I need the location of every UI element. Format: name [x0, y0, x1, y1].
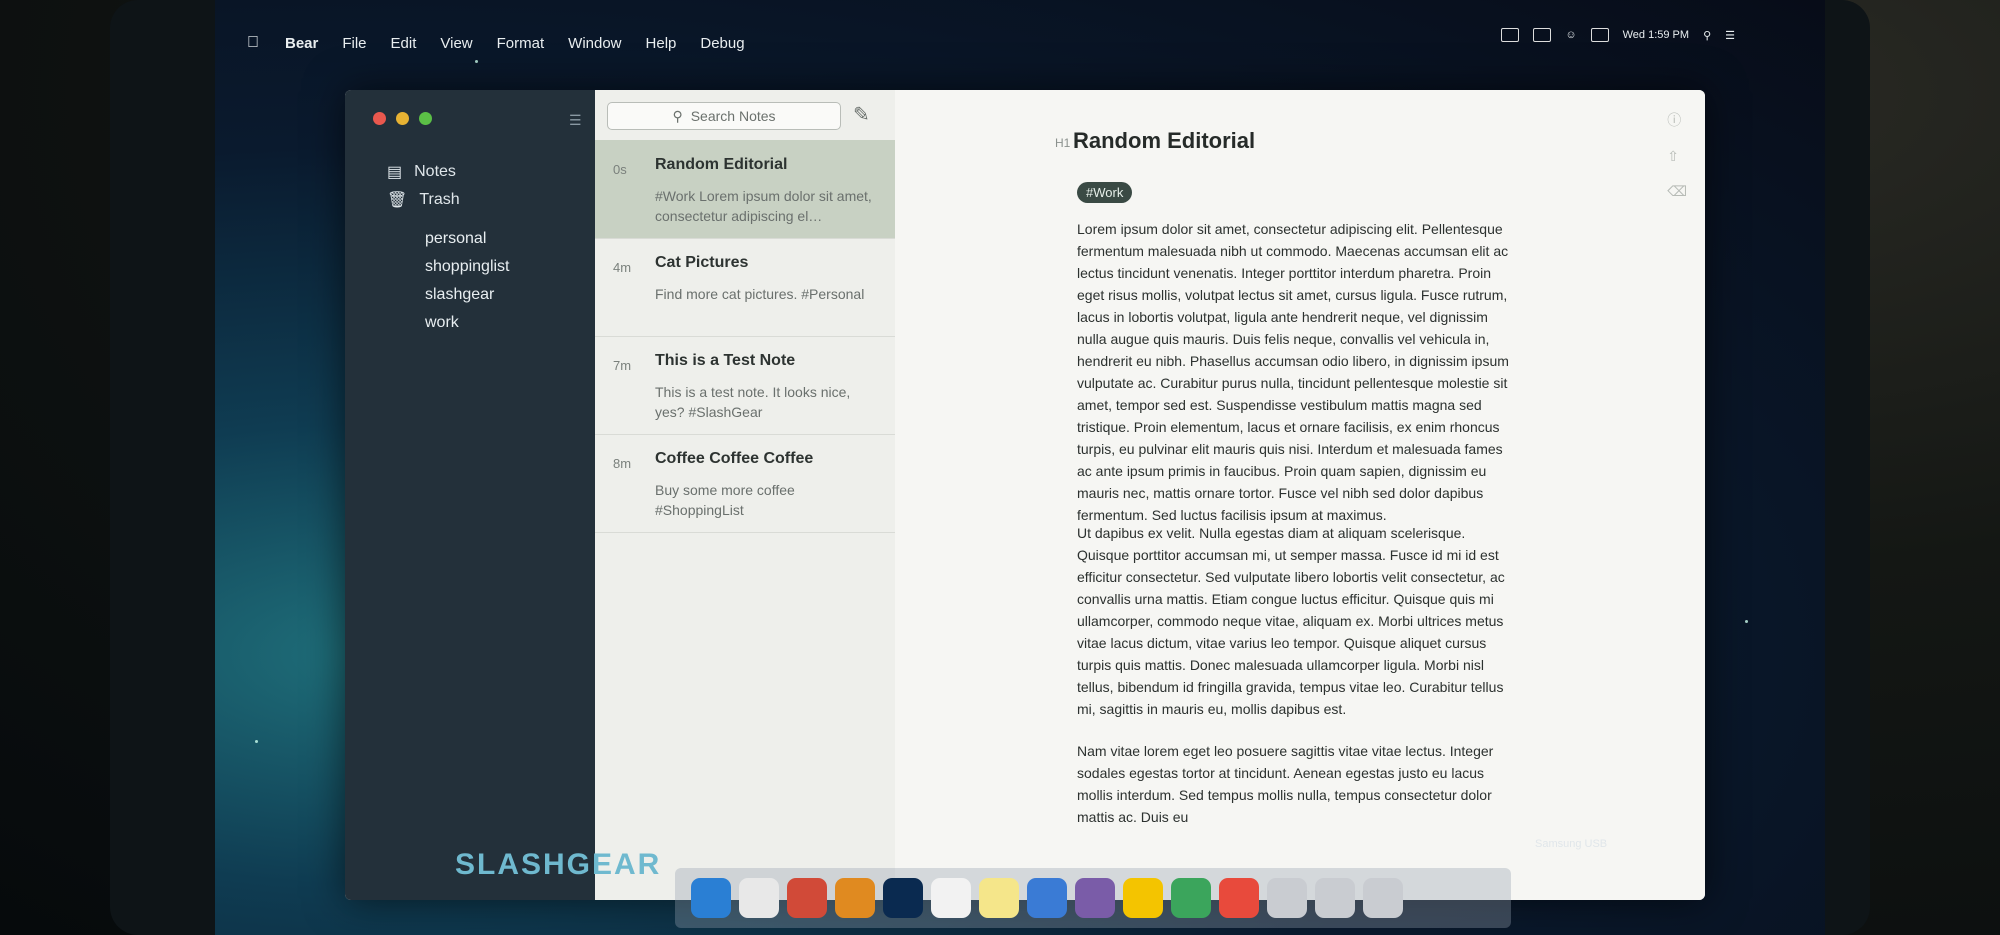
- sidebar: ☰ ▤ Notes 🗑 Trash personal shoppinglist …: [345, 90, 595, 900]
- menu-help[interactable]: Help: [646, 35, 677, 52]
- paragraph-1[interactable]: Lorem ipsum dolor sit amet, consectetur …: [1077, 218, 1517, 526]
- note-age: 0s: [613, 162, 627, 177]
- tes-icon[interactable]: [1123, 878, 1163, 918]
- note-title: Cat Pictures: [655, 254, 749, 271]
- trash-can-icon[interactable]: [1363, 878, 1403, 918]
- slashgear-watermark: SLASHGEAR: [455, 848, 662, 881]
- note-item[interactable]: 0s Random Editorial #Work Lorem ipsum do…: [595, 140, 895, 239]
- keyboard-icon[interactable]: [1533, 28, 1552, 42]
- note-age: 8m: [613, 456, 632, 471]
- finder-icon[interactable]: [691, 878, 731, 918]
- note-list: ⚲ Search Notes ✎ 0s Random Editorial #Wo…: [595, 90, 896, 900]
- delete-icon[interactable]: ⌫: [1667, 183, 1687, 200]
- note-item[interactable]: 4m Cat Pictures Find more cat pictures. …: [595, 238, 895, 337]
- trash-icon: 🗑: [387, 192, 408, 209]
- desktop-screen:  Bear File Edit View Format Window Help…: [215, 0, 1825, 935]
- note-snippet: Buy some more coffee #ShoppingList: [655, 482, 795, 518]
- sidebar-item-trash[interactable]: 🗑 Trash: [387, 190, 460, 210]
- note-heading[interactable]: Random Editorial: [1073, 128, 1255, 154]
- folder-icon[interactable]: [1315, 878, 1355, 918]
- menu-format[interactable]: Format: [497, 35, 545, 52]
- status-area: ☺ Wed 1:59 PM ⚲ ☰: [1501, 28, 1735, 42]
- wifi-icon[interactable]: ☺: [1565, 29, 1576, 41]
- close-button[interactable]: [373, 112, 386, 125]
- note-item[interactable]: 8m Coffee Coffee Coffee Buy some more co…: [595, 434, 895, 533]
- menu-file[interactable]: File: [342, 35, 366, 52]
- document-icon[interactable]: [1267, 878, 1307, 918]
- filter-icon[interactable]: ☰: [569, 112, 582, 129]
- status-app-icon[interactable]: [1501, 28, 1520, 42]
- bear-window: ☰ ▤ Notes 🗑 Trash personal shoppinglist …: [345, 90, 1705, 900]
- menu-bar:  Bear File Edit View Format Window Help…: [215, 28, 1825, 58]
- paragraph-3[interactable]: Nam vitae lorem eget leo posuere sagitti…: [1077, 740, 1517, 828]
- menu-clock[interactable]: Wed 1:59 PM: [1623, 29, 1689, 41]
- info-icon[interactable]: ⓘ: [1667, 110, 1687, 130]
- app-store-icon[interactable]: [1027, 878, 1067, 918]
- battery-icon[interactable]: [1590, 28, 1609, 42]
- notes-icon: ▤: [387, 164, 403, 181]
- share-icon[interactable]: ⇧: [1667, 148, 1687, 165]
- tag-personal[interactable]: personal: [425, 230, 486, 248]
- note-title: This is a Test Note: [655, 352, 796, 369]
- tag-slashgear[interactable]: slashgear: [425, 286, 494, 304]
- sidebar-item-label: Notes: [414, 163, 456, 180]
- note-snippet: Find more cat pictures. #Personal: [655, 286, 865, 302]
- notes-app-icon[interactable]: [979, 878, 1019, 918]
- dock: [675, 868, 1511, 928]
- menu-debug[interactable]: Debug: [700, 35, 744, 52]
- tag-pill[interactable]: #Work: [1077, 182, 1133, 203]
- tag-work[interactable]: work: [425, 314, 459, 332]
- notification-center-icon[interactable]: ☰: [1725, 29, 1735, 42]
- calendar-icon[interactable]: [931, 878, 971, 918]
- compose-note-icon[interactable]: ✎: [853, 102, 870, 127]
- window-controls: [373, 112, 432, 125]
- minimize-button[interactable]: [396, 112, 409, 125]
- chrome-icon[interactable]: [787, 878, 827, 918]
- sidebar-item-label: Trash: [419, 191, 460, 208]
- tag-shoppinglist[interactable]: shoppinglist: [425, 258, 510, 276]
- safari-icon[interactable]: [739, 878, 779, 918]
- search-placeholder: Search Notes: [690, 108, 776, 124]
- bear-app-icon[interactable]: [1219, 878, 1259, 918]
- search-icon: ⚲: [672, 107, 683, 124]
- note-editor[interactable]: H1 Random Editorial #Work Lorem ipsum do…: [895, 90, 1705, 900]
- menu-edit[interactable]: Edit: [391, 35, 417, 52]
- spotlight-icon[interactable]: ⚲: [1703, 29, 1711, 42]
- note-age: 4m: [613, 260, 632, 275]
- vlc-icon[interactable]: [835, 878, 875, 918]
- sidebar-item-notes[interactable]: ▤ Notes: [387, 162, 456, 182]
- android-icon[interactable]: [1171, 878, 1211, 918]
- slack-icon[interactable]: [1075, 878, 1115, 918]
- note-title: Random Editorial: [655, 156, 788, 173]
- editor-toolbar: ⓘ ⇧ ⌫: [1667, 110, 1687, 200]
- search-input[interactable]: ⚲ Search Notes: [607, 102, 841, 130]
- note-item[interactable]: 7m This is a Test Note This is a test no…: [595, 336, 895, 435]
- note-age: 7m: [613, 358, 632, 373]
- apple-menu-icon[interactable]: : [247, 34, 259, 52]
- usb-drive-label[interactable]: Samsung USB: [1535, 838, 1607, 851]
- note-title: Coffee Coffee Coffee: [655, 450, 814, 467]
- note-snippet: #Work Lorem ipsum dolor sit amet, consec…: [655, 188, 872, 224]
- menu-view[interactable]: View: [440, 35, 472, 52]
- note-snippet: This is a test note. It looks nice, yes?…: [655, 384, 851, 420]
- menu-window[interactable]: Window: [568, 35, 621, 52]
- heading-marker: H1: [1055, 136, 1071, 150]
- photoshop-icon[interactable]: [883, 878, 923, 918]
- zoom-button[interactable]: [419, 112, 432, 125]
- menu-bear[interactable]: Bear: [285, 35, 318, 52]
- paragraph-2[interactable]: Ut dapibus ex velit. Nulla egestas diam …: [1077, 522, 1517, 720]
